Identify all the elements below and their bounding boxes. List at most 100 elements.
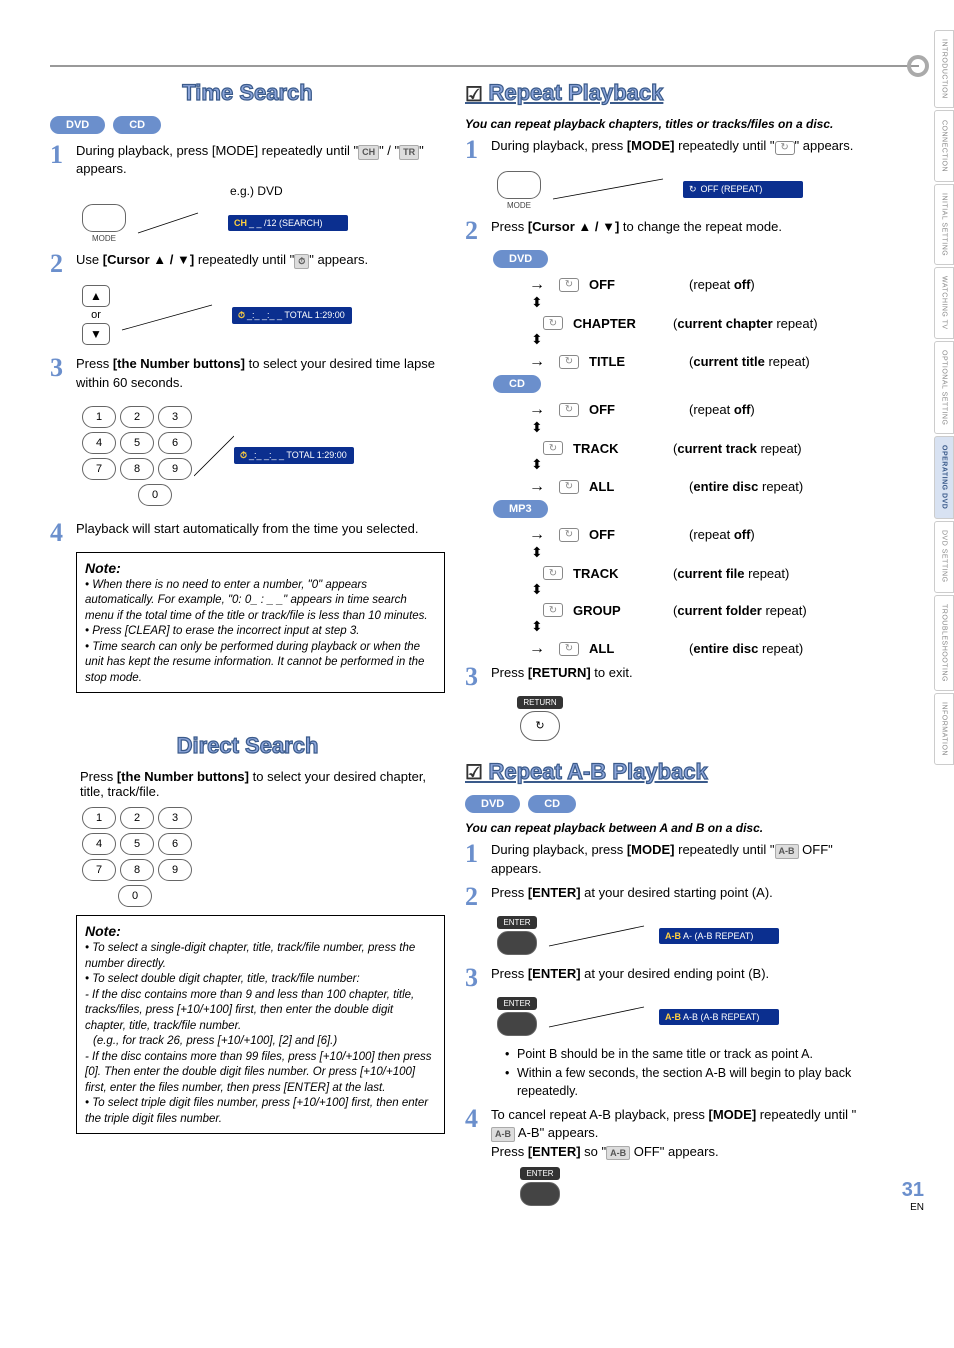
repeat-mode-label: TITLE bbox=[589, 354, 679, 369]
step-number: 1 bbox=[465, 137, 491, 163]
repeat-mode-label: OFF bbox=[589, 527, 679, 542]
repeat-mode-desc: (current file repeat) bbox=[673, 566, 789, 581]
updown-arrow-icon bbox=[537, 585, 538, 599]
callout-line-icon bbox=[549, 1002, 649, 1032]
repeat-mode-label: ALL bbox=[589, 641, 679, 656]
osd-time2: ⏱_:_ _:_ _ TOTAL 1:29:00 bbox=[234, 447, 354, 464]
callout-line-icon bbox=[138, 208, 218, 238]
direct-step1: Press [the Number buttons] to select you… bbox=[80, 769, 445, 799]
arrow-right-icon: → bbox=[529, 276, 545, 294]
pill-cd: CD bbox=[528, 795, 576, 813]
repeat-icon: ↻ bbox=[559, 528, 579, 542]
osd-time: ⏱_:_ _:_ _ TOTAL 1:29:00 bbox=[232, 307, 352, 324]
repeat-mode-label: OFF bbox=[589, 277, 679, 292]
rp-step2: Press [Cursor ▲ / ▼] to change the repea… bbox=[491, 218, 860, 236]
repeat-icon: ↻ bbox=[543, 566, 563, 580]
repeat-mode-desc: (entire disc repeat) bbox=[689, 479, 803, 494]
callout-line-icon bbox=[122, 295, 222, 335]
eg-label: e.g.) DVD bbox=[230, 184, 445, 198]
enter-button-icon: ENTER bbox=[515, 1167, 565, 1208]
repeat-ab-title: Repeat A-B Playback bbox=[465, 759, 860, 786]
repeat-mode-desc: (repeat off) bbox=[689, 277, 755, 292]
direct-search-title: Direct Search bbox=[50, 733, 445, 759]
number-pad-icon: 123 456 789 0 bbox=[80, 404, 194, 508]
repeat-icon: ↻ bbox=[559, 642, 579, 656]
pill-dvd: DVD bbox=[493, 250, 548, 268]
repeat-playback-title: Repeat Playback bbox=[465, 80, 860, 107]
repeat-mode-desc: (current track repeat) bbox=[673, 441, 802, 456]
repeat-mode-desc: (repeat off) bbox=[689, 527, 755, 542]
mode-button-icon: MODE bbox=[80, 202, 128, 243]
repeat-mode-row: → ↻ OFF (repeat off) bbox=[525, 401, 860, 419]
osd-ab-a: A-BA- (A-B REPEAT) bbox=[659, 928, 779, 944]
step4-text: Playback will start automatically from t… bbox=[76, 520, 445, 538]
step-number: 2 bbox=[465, 218, 491, 244]
repeat-mode-row: → ↻ TITLE (current title repeat) bbox=[525, 353, 860, 371]
repeat-subtitle: You can repeat playback chapters, titles… bbox=[465, 117, 860, 131]
rp-step3: Press [RETURN] to exit. bbox=[491, 664, 860, 682]
updown-arrow-icon bbox=[537, 548, 538, 562]
repeat-mode-row: → ↻ OFF (repeat off) bbox=[525, 526, 860, 544]
repeat-icon: ↻ bbox=[543, 316, 563, 330]
repeat-mode-label: OFF bbox=[589, 402, 679, 417]
repeat-mode-row: →↻ALL(entire disc repeat) bbox=[525, 640, 860, 658]
direct-search-note: Note: • To select a single-digit chapter… bbox=[76, 915, 445, 1134]
number-pad-icon: 123 456 789 0 bbox=[80, 805, 445, 909]
callout-line-icon bbox=[549, 921, 649, 951]
ab-bullets: Point B should be in the same title or t… bbox=[505, 1046, 860, 1101]
repeat-ab-subtitle: You can repeat playback between A and B … bbox=[465, 821, 860, 835]
repeat-icon: ↻ bbox=[559, 355, 579, 369]
arrow-right-icon: → bbox=[529, 353, 545, 371]
rp-step1: During playback, press [MODE] repeatedly… bbox=[491, 137, 860, 155]
repeat-mode-row: ↻TRACK(current file repeat) bbox=[525, 566, 860, 581]
right-column: Repeat Playback You can repeat playback … bbox=[465, 40, 860, 1208]
ab-step3: Press [ENTER] at your desired ending poi… bbox=[491, 965, 860, 983]
repeat-mode-desc: (repeat off) bbox=[689, 402, 755, 417]
repeat-mode-desc: (entire disc repeat) bbox=[689, 641, 803, 656]
pill-dvd: DVD bbox=[465, 795, 520, 813]
step-number: 1 bbox=[50, 142, 76, 168]
ab-step4: To cancel repeat A-B playback, press [MO… bbox=[491, 1106, 860, 1161]
callout-line-icon bbox=[553, 174, 673, 204]
repeat-icon: ↻ bbox=[559, 278, 579, 292]
enter-button-icon: ENTER bbox=[495, 916, 539, 957]
updown-arrow-icon bbox=[537, 460, 538, 474]
page-number: 31 EN bbox=[902, 1179, 924, 1213]
pill-dvd: DVD bbox=[50, 116, 105, 134]
repeat-mode-label: ALL bbox=[589, 479, 679, 494]
step1-text: During playback, press [MODE] repeatedly… bbox=[76, 142, 445, 178]
osd-ab-b: A-BA-B (A-B REPEAT) bbox=[659, 1009, 779, 1025]
pill-cd: CD bbox=[113, 116, 161, 134]
step-number: 1 bbox=[465, 841, 491, 867]
repeat-mode-label: TRACK bbox=[573, 441, 663, 456]
repeat-icon: ↻ bbox=[543, 603, 563, 617]
arrow-right-icon: → bbox=[529, 526, 545, 544]
step-number: 2 bbox=[465, 884, 491, 910]
repeat-mode-row: → ↻ ALL (entire disc repeat) bbox=[525, 478, 860, 496]
ab-step1: During playback, press [MODE] repeatedly… bbox=[491, 841, 860, 877]
pill-cd: CD bbox=[493, 375, 541, 393]
step-number: 3 bbox=[50, 355, 76, 381]
repeat-icon: ↻ bbox=[559, 480, 579, 494]
time-search-title: Time Search bbox=[50, 80, 445, 106]
left-column: Time Search DVD CD 1 During playback, pr… bbox=[50, 40, 445, 1208]
repeat-mode-row: ↻ TRACK (current track repeat) bbox=[525, 441, 860, 456]
mode-button-icon: MODE bbox=[495, 169, 543, 210]
step2-text: Use [Cursor ▲ / ▼] repeatedly until "⏱" … bbox=[76, 251, 445, 269]
cursor-buttons-icon: ▲ or ▼ bbox=[80, 283, 112, 347]
arrow-right-icon: → bbox=[529, 401, 545, 419]
up-arrow-icon: ▲ bbox=[82, 285, 110, 307]
repeat-mode-row: ↻GROUP(current folder repeat) bbox=[525, 603, 860, 618]
updown-arrow-icon bbox=[537, 335, 538, 349]
down-arrow-icon: ▼ bbox=[82, 323, 110, 345]
repeat-icon: ↻ bbox=[543, 441, 563, 455]
step-number: 4 bbox=[50, 520, 76, 546]
repeat-mode-desc: (current title repeat) bbox=[689, 354, 810, 369]
updown-arrow-icon bbox=[537, 423, 538, 437]
pill-mp3: MP3 bbox=[493, 500, 548, 518]
osd-repeat: ↻OFF (REPEAT) bbox=[683, 181, 803, 198]
repeat-mode-label: GROUP bbox=[573, 603, 663, 618]
repeat-icon: ↻ bbox=[559, 403, 579, 417]
enter-button-icon: ENTER bbox=[495, 997, 539, 1038]
arrow-right-icon: → bbox=[529, 478, 545, 496]
